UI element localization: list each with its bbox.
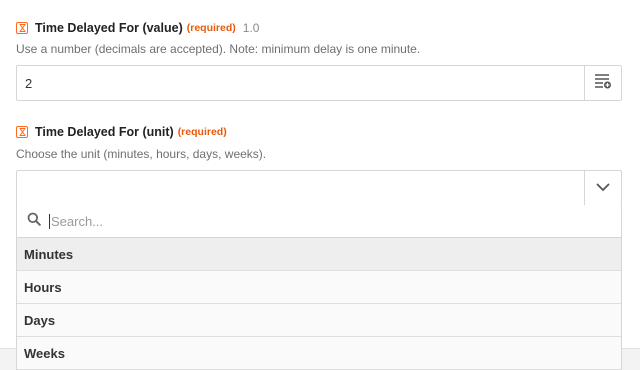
field-value-help: Use a number (decimals are accepted). No…	[16, 42, 421, 56]
field-unit-label: Time Delayed For (unit)	[35, 125, 174, 139]
required-badge: (required)	[186, 22, 236, 34]
option-hours[interactable]: Hours	[17, 271, 621, 304]
option-weeks[interactable]: Weeks	[17, 337, 621, 370]
page: Time Delayed For (value) (required) 1.0 …	[0, 0, 640, 370]
field-unit-help: Choose the unit (minutes, hours, days, w…	[16, 147, 267, 161]
delay-value-text: 2	[25, 76, 33, 91]
field-value-header: Time Delayed For (value) (required) 1.0	[16, 19, 259, 37]
hourglass-icon	[16, 126, 28, 138]
version-label: 1.0	[242, 21, 260, 35]
search-icon	[27, 212, 49, 231]
dropdown-search-input[interactable]	[49, 213, 551, 229]
hourglass-icon	[16, 22, 28, 34]
delay-value-input[interactable]: 2	[16, 65, 622, 101]
field-value-label: Time Delayed For (value)	[35, 21, 183, 35]
option-minutes[interactable]: Minutes	[17, 238, 621, 271]
insert-data-button[interactable]	[584, 66, 621, 100]
dropdown-search-row	[17, 205, 621, 238]
chevron-down-icon	[596, 179, 610, 197]
option-days[interactable]: Days	[17, 304, 621, 337]
delay-unit-select[interactable]	[16, 170, 622, 206]
insert-data-icon	[594, 73, 612, 94]
unit-dropdown-menu: Minutes Hours Days Weeks	[16, 205, 622, 370]
required-badge: (required)	[177, 126, 227, 138]
dropdown-toggle-button[interactable]	[584, 171, 621, 205]
field-unit-header: Time Delayed For (unit) (required)	[16, 123, 227, 141]
